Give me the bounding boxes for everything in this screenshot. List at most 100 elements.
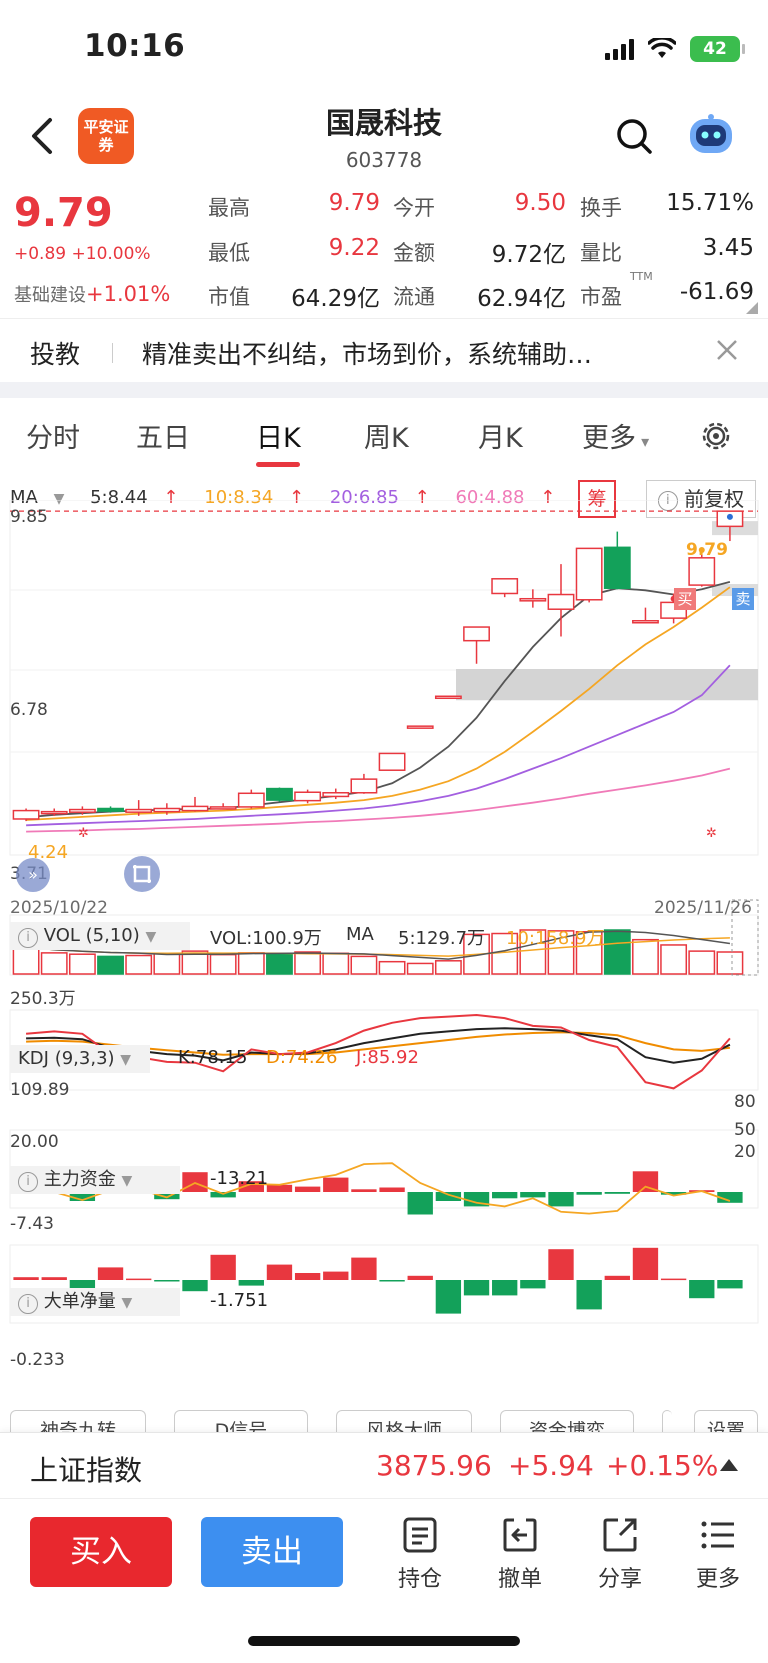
candle-body [153,807,181,813]
candle-body [12,809,40,820]
gear-icon[interactable] [698,418,734,454]
main-fund-bar [492,1192,518,1199]
main-fund-value: -13.21 [210,1168,269,1189]
main-fund-indicator-selector[interactable]: i 主力资金 ▼ [10,1166,180,1194]
ma10-line [26,586,731,821]
period-tabs: 分时 五日 日K 周K 月K 更多 ▾ [0,398,768,470]
tab-monthly-k[interactable]: 月K [478,416,523,455]
crop-icon[interactable] [124,856,160,892]
sell-marker[interactable]: 卖 [732,588,754,610]
main-fund-bar [351,1189,377,1192]
candle-body [434,695,462,700]
volume-indicator-selector[interactable]: i VOL (5,10) ▼ [10,922,190,950]
main-fund-bar [323,1177,349,1192]
candle-body [125,808,153,813]
buy-marker[interactable]: 买 [674,588,696,610]
expand-history-icon[interactable]: » [16,858,50,892]
big-order-bar [435,1280,462,1314]
big-order-bar [323,1271,349,1280]
notice-tag: 投教 [30,340,81,369]
big-order-bar [660,1278,687,1281]
limit-up-label: 9.79 [686,540,728,560]
big-order-bar [520,1280,546,1289]
big-order-y-label: -0.233 [10,1350,65,1370]
tab-intraday[interactable]: 分时 [26,416,80,455]
price-change: +0.89 +10.00% [14,244,151,264]
star-marker: ✲ [78,826,89,841]
close-icon[interactable] [712,335,742,365]
notice-text[interactable]: 精准卖出不纠结，市场到价，系统辅助… [142,335,592,371]
big-order-bar [351,1257,377,1280]
kdj-k-value: K:78.15 [178,1047,248,1068]
expand-corner-icon[interactable] [746,302,758,314]
candle-body [519,597,547,602]
candle-body [68,808,96,813]
holdings-icon [403,1517,437,1553]
tab-five-day[interactable]: 五日 [136,416,190,455]
stock-chart[interactable]: ✲ ✲ [0,500,768,1410]
big-order-bar [182,1280,208,1292]
candle-body [491,578,519,595]
volume-y-label: 250.3万 [10,989,76,1009]
tab-weekly-k[interactable]: 周K [364,416,409,455]
y-mid-label: 6.78 [10,700,48,720]
volume-ratio-label: 量比 [580,241,622,265]
big-order-bar [576,1280,602,1310]
expand-up-icon[interactable] [720,1459,738,1471]
market-cap-value: 64.29亿 [291,286,380,312]
kdj-y-top: 109.89 [10,1080,70,1100]
candle-body [378,752,406,771]
status-time: 10:16 [84,28,186,64]
volume-bar [688,950,716,975]
big-order-bar [604,1275,630,1280]
star-marker: ✲ [706,826,717,841]
more-icon [701,1521,734,1549]
candle-body [209,806,237,810]
index-name: 上证指数 [30,1454,143,1487]
candle-body [575,547,603,601]
high-label: 最高 [208,196,250,220]
search-icon[interactable] [614,116,654,156]
candle-body [350,778,378,794]
candle-body [688,557,716,586]
main-fund-bar [576,1192,602,1195]
volume-bar [603,929,631,975]
tab-more[interactable]: 更多 ▾ [582,416,649,455]
main-fund-y-label: -7.43 [10,1214,54,1234]
big-order-indicator-selector[interactable]: i 大单净量 ▼ [10,1288,180,1316]
robot-assistant-icon[interactable] [686,113,736,159]
cellular-signal-icon [605,38,634,60]
sector-info[interactable]: 基础建设+1.01% [14,281,170,307]
tab-daily-k[interactable]: 日K [256,416,301,455]
home-indicator [248,1636,520,1646]
big-order-bar [548,1249,574,1280]
volume-bar [266,953,293,975]
big-order-bar [407,1275,433,1280]
pe-value: -61.69 [679,279,754,305]
big-order-bar [492,1280,518,1296]
share-icon [603,1518,637,1552]
open-value: 9.50 [514,190,566,216]
volume-bar [406,962,434,975]
index-change-pct: +0.15% [606,1449,719,1482]
index-ticker[interactable]: 上证指数 3875.96 +5.94 +0.15% [0,1432,768,1498]
candle-body [632,620,659,624]
buy-button[interactable]: 买入 [30,1517,172,1587]
big-order-value: -1.751 [210,1290,269,1311]
main-fund-bar [294,1186,321,1192]
nav-more[interactable]: 更多 [678,1515,758,1593]
sell-button[interactable]: 卖出 [201,1517,343,1587]
nav-cancel-order[interactable]: 撤单 [480,1515,560,1593]
section-gap [0,382,768,398]
info-icon: i [18,928,38,948]
cancel-order-icon [503,1518,537,1552]
volume-bar [68,953,96,975]
kdj-indicator-selector[interactable]: KDJ (9,3,3) ▼ [10,1045,150,1073]
notice-bar[interactable]: 投教 精准卖出不纠结，市场到价，系统辅助… [0,318,768,382]
low-label: 最低 [208,241,250,265]
main-fund-bar [604,1192,630,1194]
candle-body [237,792,265,808]
nav-holdings[interactable]: 持仓 [380,1515,460,1593]
high-value: 9.79 [328,190,380,216]
nav-share[interactable]: 分享 [580,1515,660,1593]
